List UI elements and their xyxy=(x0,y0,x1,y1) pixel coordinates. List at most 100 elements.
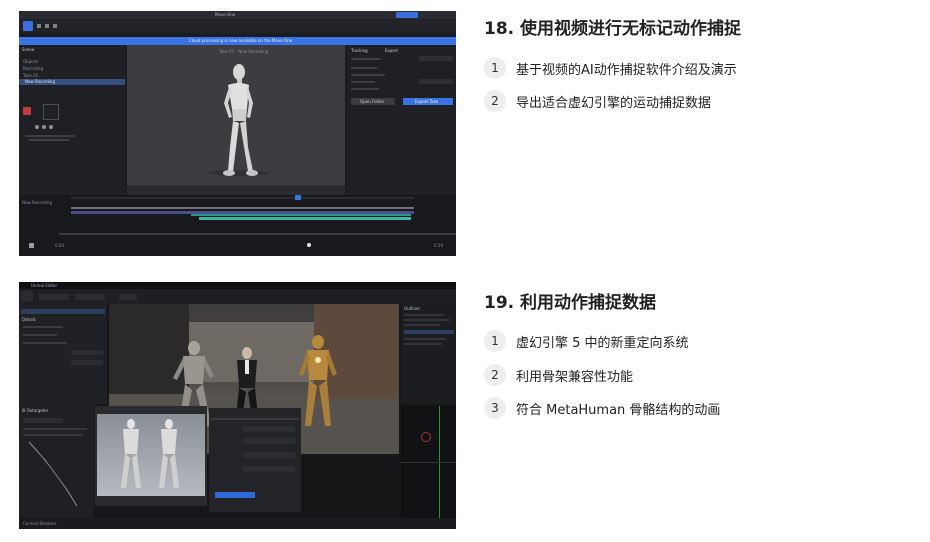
item-text: 基于视频的AI动作捕捉软件介绍及演示 xyxy=(516,62,737,78)
item-number: 1 xyxy=(484,57,506,79)
viewport-footer xyxy=(127,185,345,195)
playhead[interactable] xyxy=(295,195,301,200)
outliner-selected-row[interactable] xyxy=(404,330,454,334)
mocap-app-screenshot: Move One Cloud processing is now availab… xyxy=(19,11,456,256)
ik-retargeter-title: IK Retargeter xyxy=(22,408,49,413)
item-number: 2 xyxy=(484,90,506,112)
time-start: 0:00 xyxy=(55,243,64,248)
list-item: 1 基于视频的AI动作捕捉软件介绍及演示 xyxy=(484,57,737,79)
setting-line xyxy=(351,74,385,76)
export-label[interactable]: Export Take xyxy=(415,99,438,104)
outliner-row[interactable] xyxy=(404,314,444,316)
setting-line xyxy=(351,58,381,60)
title-bar xyxy=(19,11,456,19)
bone-hierarchy-tree xyxy=(28,441,78,507)
toolbar xyxy=(19,19,456,33)
outliner-row[interactable] xyxy=(404,319,450,321)
dot-icon[interactable] xyxy=(49,125,53,129)
property-line xyxy=(23,334,57,336)
track-bar xyxy=(191,214,411,216)
ue-logo-icon[interactable] xyxy=(21,291,33,302)
list-item: 2 利用骨架兼容性功能 xyxy=(484,364,633,386)
property-field[interactable] xyxy=(71,350,103,355)
property-line xyxy=(23,326,63,328)
setting-line xyxy=(351,81,375,83)
play-icon[interactable] xyxy=(29,243,34,248)
dot-icon[interactable] xyxy=(35,125,39,129)
list-item: 3 符合 MetaHuman 骨骼结构的动画 xyxy=(484,397,720,419)
hint-text-line xyxy=(25,135,75,137)
list-item: 2 导出适合虚幻引擎的运动捕捉数据 xyxy=(484,90,711,112)
item-text: 导出适合虚幻引擎的运动捕捉数据 xyxy=(516,95,712,111)
item-number: 2 xyxy=(484,364,506,386)
open-folder-label[interactable]: Open Folder xyxy=(360,99,384,104)
outliner-title: Outliner xyxy=(404,306,421,311)
selected-item[interactable]: New Recording xyxy=(25,79,55,84)
property-line xyxy=(23,342,67,344)
content-browser-tab[interactable]: Content Browser xyxy=(23,521,56,526)
outliner-row[interactable] xyxy=(404,343,442,345)
setting-dropdown[interactable] xyxy=(419,56,453,61)
list-item: 1 虚幻引擎 5 中的新重定向系统 xyxy=(484,330,689,352)
refresh-icon[interactable] xyxy=(53,24,57,28)
mannequin-figure xyxy=(223,64,258,176)
hint-text-line xyxy=(29,139,69,141)
list-item[interactable]: Recording xyxy=(23,66,43,71)
dialog-row xyxy=(211,418,299,420)
property-field[interactable] xyxy=(71,360,103,365)
character-armor xyxy=(299,335,337,426)
list-item[interactable]: Take 01 xyxy=(23,73,38,78)
retarget-figures xyxy=(121,419,179,488)
setting-line xyxy=(351,67,377,69)
item-text: 符合 MetaHuman 骨骼结构的动画 xyxy=(516,402,721,418)
viewport-label: Take 01 - New Recording xyxy=(219,49,269,54)
window-title: Unreal Editor xyxy=(31,283,58,288)
toolbar-button[interactable] xyxy=(119,294,137,300)
tab-export[interactable]: Export xyxy=(385,48,398,53)
timeline-panel xyxy=(19,195,456,256)
export-button[interactable] xyxy=(215,492,255,498)
track-bar xyxy=(199,217,411,220)
setting-line xyxy=(351,88,379,90)
app-logo-icon[interactable] xyxy=(23,21,33,31)
outliner-row[interactable] xyxy=(404,324,440,326)
window-title: Move One xyxy=(215,12,236,17)
graph-axis xyxy=(401,462,456,463)
toolbar-button[interactable] xyxy=(75,294,105,300)
list-item[interactable]: Objects xyxy=(23,59,38,64)
item-text: 利用骨架兼容性功能 xyxy=(516,369,634,385)
setting-dropdown[interactable] xyxy=(419,79,453,84)
scrub-bar[interactable] xyxy=(59,233,456,235)
scrub-handle[interactable] xyxy=(307,243,311,247)
section-title: 19. 利用动作捕捉数据 xyxy=(484,293,657,313)
dot-icon[interactable] xyxy=(42,125,46,129)
toolbar-button[interactable] xyxy=(39,294,69,300)
chain-row[interactable] xyxy=(23,434,83,436)
title-bar xyxy=(19,282,456,289)
play-icon[interactable] xyxy=(45,24,49,28)
tab-tracking[interactable]: Tracking xyxy=(351,48,368,53)
item-number: 3 xyxy=(484,397,506,419)
asset-field[interactable] xyxy=(243,438,295,444)
account-button[interactable] xyxy=(396,12,418,18)
item-number: 1 xyxy=(484,330,506,352)
track-name: New Recording xyxy=(22,200,53,205)
asset-field[interactable] xyxy=(243,426,295,432)
details-title: Details xyxy=(22,317,36,322)
outliner-row[interactable] xyxy=(404,338,446,340)
asset-field[interactable] xyxy=(243,466,295,472)
record-icon[interactable] xyxy=(23,107,31,115)
asset-field[interactable] xyxy=(243,452,295,458)
selected-row[interactable] xyxy=(21,309,105,314)
retarget-button[interactable] xyxy=(23,418,63,423)
unreal-editor-screenshot: Unreal Editor Details Outliner IK Retarg… xyxy=(19,282,456,529)
chain-row[interactable] xyxy=(23,428,87,430)
item-text: 虚幻引擎 5 中的新重定向系统 xyxy=(516,335,689,351)
grid-icon[interactable] xyxy=(37,24,41,28)
timeline-ruler xyxy=(71,197,414,199)
capture-frame xyxy=(43,104,59,120)
section-title: 18. 使用视频进行无标记动作捕捉 xyxy=(484,19,742,39)
panel-title: Scene xyxy=(22,47,35,52)
time-end: 0:10 xyxy=(434,243,443,248)
gizmo-icon xyxy=(421,432,431,442)
